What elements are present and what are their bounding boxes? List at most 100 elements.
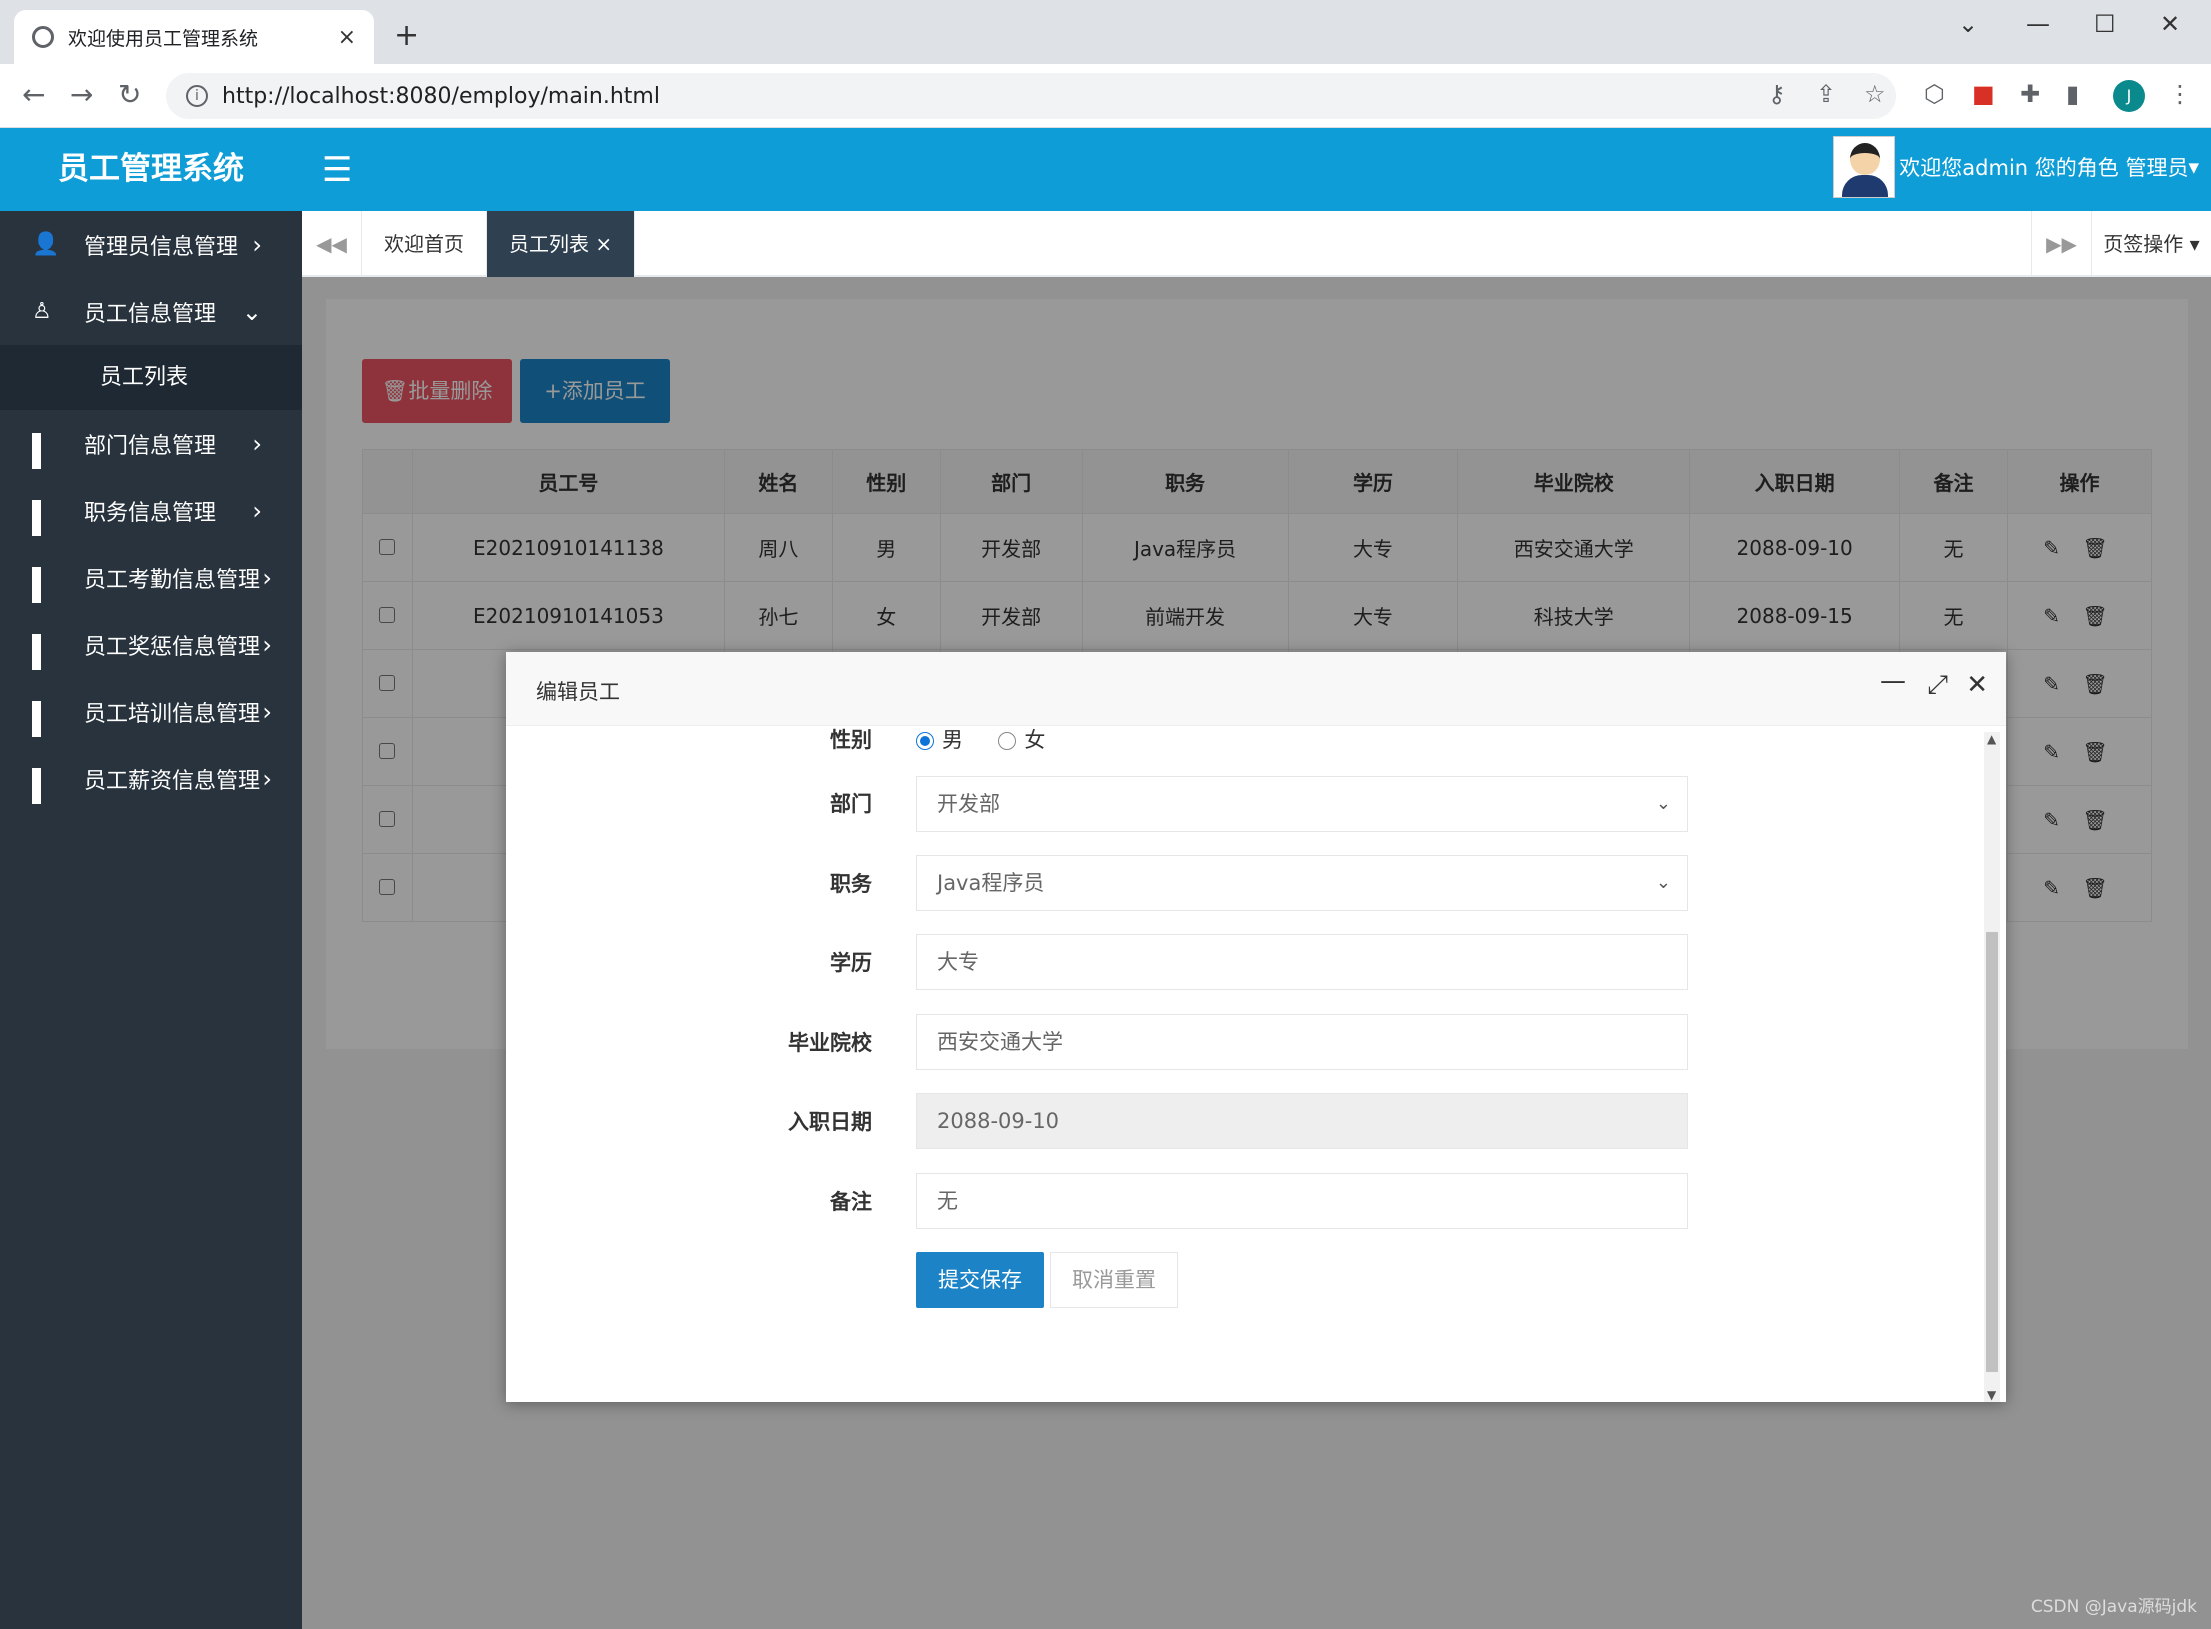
share-icon[interactable]: ⇪ [1816,80,1836,108]
radio-male[interactable] [916,732,934,750]
minimize-icon[interactable]: — [2026,10,2050,38]
puzzle-icon[interactable]: ✚ [2020,80,2040,108]
maximize-icon[interactable]: ☐ [2094,10,2116,38]
tab-ops-dropdown[interactable]: 页签操作 ▾ [2091,211,2211,277]
back-icon[interactable]: ← [22,78,45,111]
app-logo: 员工管理系统 [0,128,302,211]
dept-select[interactable]: 开发部 ⌄ [916,776,1688,832]
close-window-icon[interactable]: ✕ [2160,10,2180,38]
profile-avatar[interactable]: J [2113,80,2145,112]
watermark: CSDN @Java源码jdk [2030,1597,2197,1617]
caret-down-icon: ▾ [2188,155,2199,179]
url-text: http://localhost:8080/employ/main.html [222,83,660,109]
save-button[interactable]: 提交保存 [916,1252,1044,1308]
sidebar-item-training[interactable]: 员工培训信息管理 › [0,678,302,745]
extension-icon[interactable]: ⬡ [1924,80,1945,108]
chevron-right-icon: › [252,230,262,259]
browser-tab-title: 欢迎使用员工管理系统 [68,27,259,50]
maximize-icon[interactable]: ⤢ [1927,670,1948,701]
grid-icon [32,432,54,469]
sidebar-item-label: 职务信息管理 [84,500,217,526]
grid-icon [32,700,54,737]
globe-icon [32,26,54,48]
browser-tabstrip: 欢迎使用员工管理系统 × + ⌄ — ☐ ✕ [0,0,2211,64]
info-icon[interactable]: i [186,85,208,107]
gender-radio-group: 男 女 [916,724,1045,754]
close-icon[interactable]: × [595,232,612,256]
chevron-right-icon: › [262,563,272,592]
job-select-value: Java程序员 [937,871,1045,895]
sidebar-item-label: 管理员信息管理 [84,234,239,260]
tab-label: 员工列表 [509,232,589,256]
tabs-right-icon[interactable]: ▶▶ [2031,211,2091,277]
date-input[interactable]: 2088-09-10 [916,1093,1688,1149]
tab-welcome[interactable]: 欢迎首页 [362,211,487,277]
sidebar-subitem-employee-list[interactable]: 员工列表 [0,345,302,410]
school-label: 毕业院校 [788,1031,872,1055]
avatar [1833,136,1896,198]
close-tab-icon[interactable]: × [338,25,356,50]
grid-icon [32,767,54,804]
tab-employee-list[interactable]: 员工列表 × [487,211,636,277]
sidebar-item-attendance[interactable]: 员工考勤信息管理 › [0,544,302,611]
minimize-icon[interactable]: — [1880,666,1906,696]
user-icon: ♙ [32,298,52,324]
scroll-up-icon[interactable]: ▲ [1987,732,1996,746]
sidebar-item-job[interactable]: 职务信息管理 › [0,477,302,544]
sidebar-item-reward[interactable]: 员工奖惩信息管理 › [0,611,302,678]
scroll-down-icon[interactable]: ▼ [1987,1388,1996,1402]
radio-female-label: 女 [1024,728,1046,752]
menu-toggle-icon[interactable]: ☰ [322,150,352,190]
new-tab-button[interactable]: + [394,18,419,53]
key-icon[interactable]: ⚷ [1768,80,1786,108]
grid-icon [32,633,54,670]
chevron-right-icon: › [262,697,272,726]
close-icon[interactable]: ✕ [1966,670,1988,700]
address-bar[interactable]: i http://localhost:8080/employ/main.html [166,73,1896,119]
sidebar-item-employee[interactable]: ♙ 员工信息管理 ⌄ [0,278,302,345]
sidebar-item-department[interactable]: 部门信息管理 › [0,410,302,477]
chevron-down-icon: ⌄ [1655,872,1671,893]
sidebar-item-label: 部门信息管理 [84,433,217,459]
app-header: 员工管理系统 ☰ 欢迎您admin 您的角色 管理员 ▾ [0,128,2211,211]
sidebar-item-salary[interactable]: 员工薪资信息管理 › [0,745,302,812]
sidebar-item-label: 员工培训信息管理 [84,701,261,727]
reset-button[interactable]: 取消重置 [1050,1252,1178,1308]
modal-header: 编辑员工 — ⤢ ✕ [506,652,2006,726]
sidebar: 👤 管理员信息管理 › ♙ 员工信息管理 ⌄ 员工列表 部门信息管理 › 职务信… [0,211,302,1629]
remark-input[interactable]: 无 [916,1173,1688,1229]
sidepanel-icon[interactable]: ▮ [2066,80,2079,108]
scroll-thumb[interactable] [1986,932,1998,1372]
extension-red-icon[interactable]: ■ [1972,80,1995,108]
radio-female[interactable] [998,732,1017,750]
remark-label: 备注 [830,1190,872,1214]
school-input[interactable]: 西安交通大学 [916,1014,1688,1070]
sidebar-item-label: 员工考勤信息管理 [84,567,261,593]
browser-toolbar: ← → ↻ i http://localhost:8080/employ/mai… [0,64,2211,128]
chevron-right-icon: › [262,630,272,659]
chevron-down-icon[interactable]: ⌄ [1958,10,1978,38]
more-icon[interactable]: ⋮ [2168,80,2192,108]
star-icon[interactable]: ☆ [1864,80,1886,108]
job-select[interactable]: Java程序员 ⌄ [916,855,1688,911]
welcome-text: 欢迎您admin 您的角色 管理员 [1899,156,2189,180]
modal-title: 编辑员工 [536,680,620,704]
chevron-down-icon: ⌄ [241,297,262,326]
browser-tab[interactable]: 欢迎使用员工管理系统 × [14,10,374,64]
date-label: 入职日期 [788,1110,872,1134]
grid-icon [32,566,54,603]
user-menu[interactable]: 欢迎您admin 您的角色 管理员 ▾ [1833,136,2199,198]
edu-input[interactable]: 大专 [916,934,1688,990]
forward-icon[interactable]: → [70,78,93,111]
dept-label: 部门 [830,792,872,816]
sidebar-item-label: 员工薪资信息管理 [84,768,261,794]
modal-scrollbar[interactable]: ▲ ▼ [1984,732,2000,1402]
dept-select-value: 开发部 [937,792,1000,816]
chevron-down-icon: ⌄ [1655,793,1671,814]
sidebar-item-admin[interactable]: 👤 管理员信息管理 › [0,211,302,278]
reload-icon[interactable]: ↻ [118,78,141,111]
sidebar-item-label: 员工信息管理 [84,301,217,327]
tabs-left-icon[interactable]: ◀◀ [302,211,362,277]
gender-label: 性别 [830,728,872,752]
page-tabs-bar: ◀◀ 欢迎首页 员工列表 × ▶▶ 页签操作 ▾ [302,211,2211,277]
